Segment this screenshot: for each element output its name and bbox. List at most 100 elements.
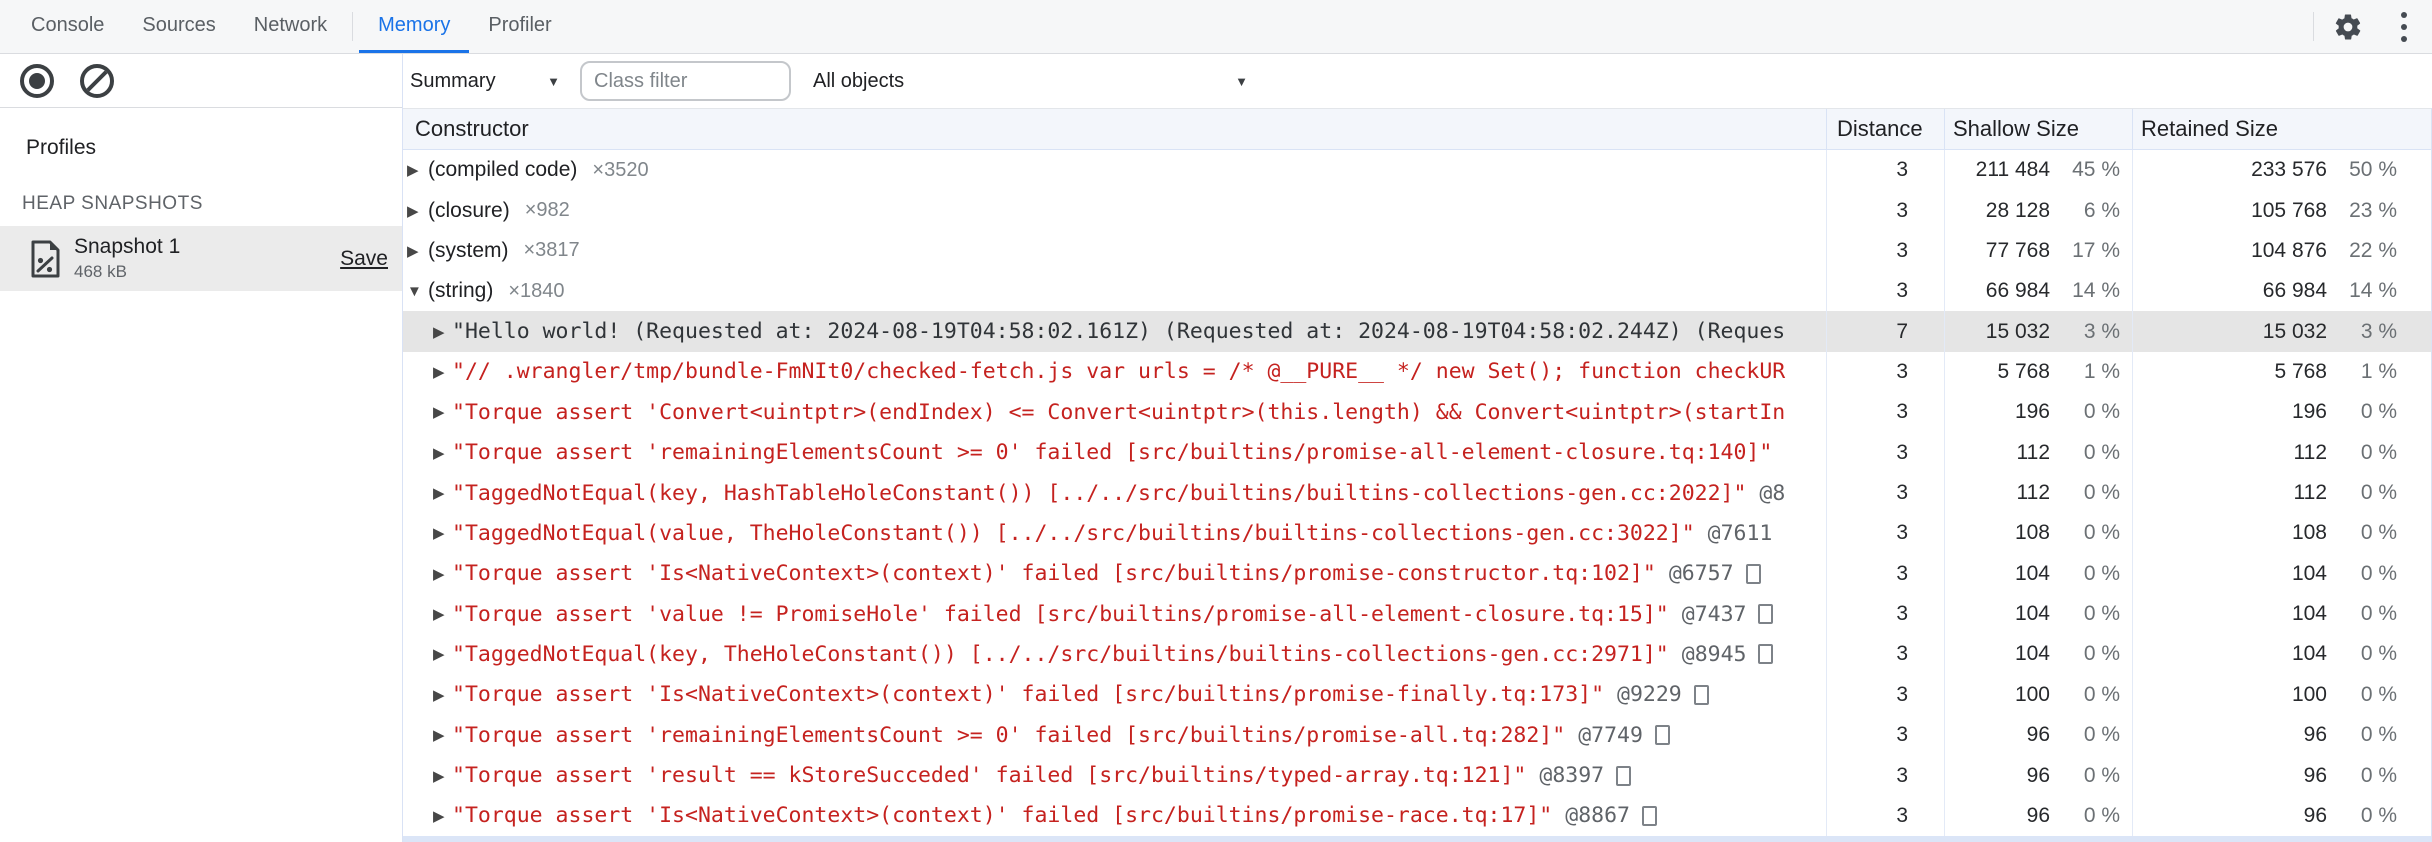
table-row[interactable]: ▼ (string) ×1840 3 66 984 14 % 66 984 14 % — [403, 271, 2431, 312]
constructor-cell[interactable]: ▶ "// .wrangler/tmp/bundle-FmNIt0/checked… — [403, 352, 1826, 392]
tab-network[interactable]: Network — [235, 0, 346, 53]
size-value: 28 128 — [1985, 198, 2050, 222]
shallow-size-cell: 96 0 % — [1944, 755, 2132, 796]
collapse-arrow-icon[interactable]: ▼ — [407, 283, 424, 300]
table-row[interactable]: ▶ "Torque assert 'remainingElementsCount … — [403, 715, 2431, 756]
expand-arrow-icon[interactable]: ▶ — [433, 767, 450, 785]
table-row[interactable]: ▶ "Torque assert 'remainingElementsCount … — [403, 432, 2431, 473]
more-options-button[interactable] — [2376, 0, 2432, 53]
expand-arrow-icon[interactable]: ▶ — [407, 161, 424, 179]
constructor-cell[interactable]: ▶ "Torque assert 'result == kStoreSuccede… — [403, 755, 1826, 795]
tab-profiler[interactable]: Profiler — [469, 0, 570, 53]
expand-arrow-icon[interactable]: ▶ — [407, 242, 424, 260]
object-id: @9229 — [1617, 682, 1682, 708]
column-header-distance[interactable]: Distance — [1826, 109, 1944, 149]
column-header-retained-size[interactable]: Retained Size — [2132, 109, 2431, 149]
expand-arrow-icon[interactable]: ▶ — [433, 524, 450, 542]
column-header-constructor[interactable]: Constructor — [403, 109, 1826, 149]
table-row[interactable]: ▶ "// .wrangler/tmp/bundle-FmNIt0/checked… — [403, 351, 2431, 393]
take-heap-snapshot-button record-icon[interactable] — [20, 63, 54, 98]
size-percent: 0 % — [2360, 723, 2397, 747]
constructor-cell[interactable]: ▶ "TaggedNotEqual(value, TheHoleConstant(… — [403, 513, 1826, 553]
table-row[interactable]: ▶ "TaggedNotEqual(key, HashTableHoleConst… — [403, 472, 2431, 514]
settings-button[interactable] — [2320, 0, 2376, 53]
expand-arrow-icon[interactable]: ▶ — [433, 645, 450, 663]
distance-cell: 3 — [1826, 271, 1944, 312]
constructor-cell[interactable]: ▼ (string) ×1840 — [403, 271, 1826, 311]
constructor-cell[interactable]: ▶ "Torque assert 'remainingElementsCount … — [403, 433, 1826, 473]
constructor-cell[interactable]: ▶ "Hello world! (Requested at: 2024-08-19… — [403, 311, 1826, 351]
constructor-cell[interactable]: ▶ "Torque assert 'value != PromiseHole' f… — [403, 594, 1826, 634]
table-row[interactable]: ▶ (system) ×3817 3 77 768 17 % 104 876 22 % — [403, 230, 2431, 272]
expand-arrow-icon[interactable]: ▶ — [433, 363, 450, 381]
tab-sources[interactable]: Sources — [123, 0, 234, 53]
grid-filler-strip — [403, 836, 2431, 842]
expand-arrow-icon[interactable]: ▶ — [433, 686, 450, 704]
snapshot-list-item[interactable]: Snapshot 1 468 kB Save — [0, 226, 402, 291]
size-value: 77 768 — [1985, 238, 2050, 262]
size-value: 100 — [2291, 682, 2327, 706]
table-row[interactable]: ▶ "Torque assert 'Is<NativeContext>(conte… — [403, 795, 2431, 837]
constructor-cell[interactable]: ▶ (system) ×3817 — [403, 231, 1826, 271]
table-row[interactable]: ▶ "Torque assert 'value != PromiseHole' f… — [403, 593, 2431, 635]
distance-cell: 3 — [1826, 392, 1944, 433]
objects-scope-select[interactable]: All objects ▼ — [801, 70, 1248, 93]
gear-icon — [2335, 13, 2361, 40]
size-value: 233 576 — [2251, 158, 2327, 182]
constructor-cell[interactable]: ▶ (compiled code) ×3520 — [403, 150, 1826, 190]
constructor-cell[interactable]: ▶ "Torque assert 'Is<NativeContext>(conte… — [403, 675, 1826, 715]
constructor-cell[interactable]: ▶ "TaggedNotEqual(key, HashTableHoleConst… — [403, 473, 1826, 513]
table-row[interactable]: ▶ "Torque assert 'result == kStoreSuccede… — [403, 755, 2431, 796]
size-percent: 22 % — [2349, 238, 2397, 262]
size-percent: 0 % — [2360, 642, 2397, 666]
tab-console[interactable]: Console — [12, 0, 123, 53]
table-row[interactable]: ▶ "Torque assert 'Convert<uintptr>(endInd… — [403, 392, 2431, 433]
size-percent: 0 % — [2360, 440, 2397, 464]
table-row[interactable]: ▶ "TaggedNotEqual(key, TheHoleConstant())… — [403, 634, 2431, 675]
clear-profiles-button block-icon[interactable] — [80, 63, 114, 98]
object-id: @6757 — [1668, 561, 1734, 587]
size-percent: 0 % — [2083, 642, 2120, 666]
table-row[interactable]: ▶ (compiled code) ×3520 3 211 484 45 % 233 576… — [403, 150, 2431, 191]
expand-arrow-icon[interactable]: ▶ — [407, 202, 424, 220]
expand-arrow-icon[interactable]: ▶ — [433, 403, 450, 421]
table-row[interactable]: ▶ (closure) ×982 3 28 128 6 % 105 768 23 % — [403, 190, 2431, 231]
size-value: 96 — [2303, 763, 2327, 787]
constructor-cell[interactable]: ▶ "TaggedNotEqual(key, TheHoleConstant())… — [403, 634, 1826, 674]
distance-cell: 3 — [1826, 351, 1944, 393]
expand-arrow-icon[interactable]: ▶ — [433, 726, 450, 744]
distance-cell: 3 — [1826, 715, 1944, 756]
expand-arrow-icon[interactable]: ▶ — [433, 484, 450, 502]
size-value: 96 — [2303, 803, 2327, 827]
expand-arrow-icon[interactable]: ▶ — [433, 605, 450, 623]
constructor-cell[interactable]: ▶ "Torque assert 'remainingElementsCount … — [403, 715, 1826, 755]
size-value: 108 — [2291, 521, 2327, 545]
expand-arrow-icon[interactable]: ▶ — [433, 565, 450, 583]
class-filter-input[interactable] — [580, 61, 791, 101]
expand-arrow-icon[interactable]: ▶ — [433, 323, 450, 341]
distance-cell: 7 — [1826, 311, 1944, 352]
retained-size-cell: 15 032 3 % — [2132, 311, 2431, 352]
constructor-cell[interactable]: ▶ "Torque assert 'Convert<uintptr>(endInd… — [403, 392, 1826, 432]
instance-count: ×1840 — [508, 279, 565, 302]
column-header-shallow-size[interactable]: Shallow Size — [1944, 109, 2132, 149]
table-row[interactable]: ▶ "Torque assert 'Is<NativeContext>(conte… — [403, 553, 2431, 594]
table-row[interactable]: ▶ "Hello world! (Requested at: 2024-08-19… — [403, 311, 2431, 352]
distance-cell: 3 — [1826, 634, 1944, 675]
distance-cell: 3 — [1826, 513, 1944, 554]
glyph-box-icon — [1654, 725, 1670, 746]
constructor-cell[interactable]: ▶ "Torque assert 'Is<NativeContext>(conte… — [403, 554, 1826, 594]
table-row[interactable]: ▶ "TaggedNotEqual(value, TheHoleConstant(… — [403, 513, 2431, 554]
heap-snapshot-document-icon — [31, 240, 60, 277]
expand-arrow-icon[interactable]: ▶ — [433, 444, 450, 462]
perspective-select[interactable]: Summary ▼ — [408, 70, 560, 93]
snapshot-meta: Snapshot 1 468 kB — [74, 235, 180, 282]
expand-arrow-icon[interactable]: ▶ — [433, 807, 450, 825]
constructor-cell[interactable]: ▶ (closure) ×982 — [403, 190, 1826, 230]
snapshot-save-link[interactable]: Save — [340, 247, 388, 271]
tab-memory[interactable]: Memory — [359, 0, 470, 53]
size-value: 15 032 — [1985, 319, 2050, 343]
table-row[interactable]: ▶ "Torque assert 'Is<NativeContext>(conte… — [403, 674, 2431, 716]
constructor-cell[interactable]: ▶ "Torque assert 'Is<NativeContext>(conte… — [403, 796, 1826, 836]
size-value: 108 — [2014, 521, 2050, 545]
